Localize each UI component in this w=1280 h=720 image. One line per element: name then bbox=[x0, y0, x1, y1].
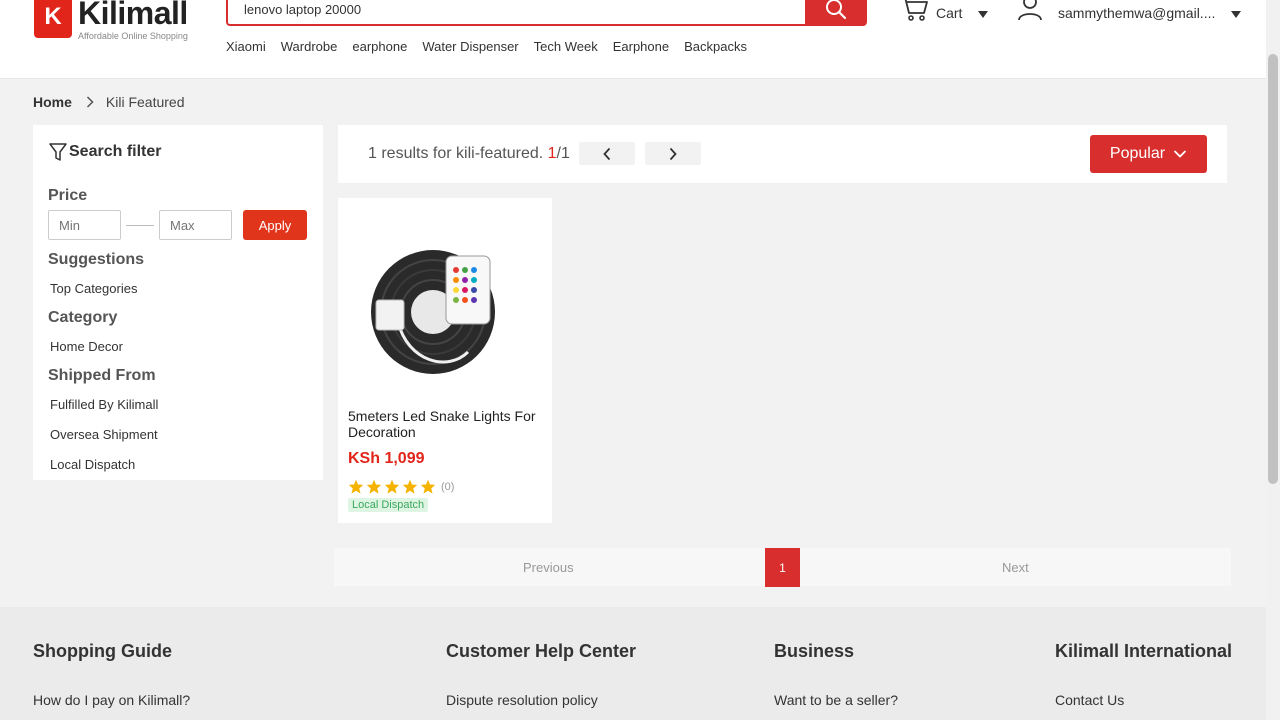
product-price: KSh 1,099 bbox=[348, 450, 425, 467]
footer-column: Kilimall International Contact Us bbox=[1055, 641, 1232, 708]
footer-link[interactable]: Dispute resolution policy bbox=[446, 692, 636, 708]
footer-link[interactable]: Contact Us bbox=[1055, 692, 1232, 708]
chevron-right-icon bbox=[669, 147, 677, 160]
previous-page-link[interactable]: Previous bbox=[523, 560, 574, 575]
shipped-from-item[interactable]: Oversea Shipment bbox=[50, 427, 158, 442]
chevron-right-icon bbox=[86, 96, 94, 108]
price-divider bbox=[126, 224, 154, 226]
hot-link[interactable]: Tech Week bbox=[534, 39, 598, 54]
sort-label: Popular bbox=[1109, 145, 1166, 162]
footer-column: Business Want to be a seller? bbox=[774, 641, 898, 708]
star-icon bbox=[402, 479, 418, 494]
kilimall-logo[interactable]: K Kilimall Affordable Online Shopping bbox=[34, 0, 188, 41]
chevron-down-icon bbox=[1231, 11, 1242, 18]
product-image[interactable] bbox=[368, 232, 518, 382]
review-count: (0) bbox=[441, 480, 455, 493]
hot-link[interactable]: Earphone bbox=[613, 39, 669, 54]
prev-page-button[interactable] bbox=[579, 142, 635, 165]
apply-button[interactable]: Apply bbox=[243, 210, 307, 240]
chevron-down-icon bbox=[978, 11, 989, 18]
page-scrollbar[interactable] bbox=[1266, 0, 1280, 720]
sort-dropdown[interactable]: Popular bbox=[1090, 135, 1207, 173]
local-dispatch-badge: Local Dispatch bbox=[348, 498, 429, 512]
search-box bbox=[226, 0, 806, 26]
hot-link[interactable]: Wardrobe bbox=[281, 39, 338, 54]
shipped-from-item[interactable]: Local Dispatch bbox=[50, 457, 135, 472]
results-summary: 1 results for kili-featured. 1/1 bbox=[368, 145, 570, 162]
user-icon bbox=[1018, 0, 1042, 21]
product-name[interactable]: 5meters Led Snake Lights For Decoration bbox=[348, 408, 546, 440]
star-icon bbox=[348, 479, 364, 494]
cart-icon bbox=[904, 0, 928, 21]
star-icon bbox=[420, 479, 436, 494]
chevron-down-icon bbox=[1173, 150, 1187, 158]
category-item[interactable]: Home Decor bbox=[50, 339, 123, 354]
category-title: Category bbox=[48, 309, 118, 326]
hot-link[interactable]: Backpacks bbox=[684, 39, 747, 54]
page-number-button[interactable]: 1 bbox=[765, 548, 800, 587]
filter-icon bbox=[49, 143, 67, 161]
search-filter-panel: Search filter Price Apply Suggestions To… bbox=[33, 125, 323, 480]
total-pages: 1 bbox=[561, 145, 570, 162]
search-icon bbox=[826, 0, 847, 20]
account-menu[interactable]: sammythemwa@gmail.... bbox=[1016, 0, 1242, 22]
breadcrumb-current: Kili Featured bbox=[105, 94, 185, 110]
cart-menu[interactable]: Cart bbox=[898, 0, 989, 22]
chevron-left-icon bbox=[603, 147, 611, 160]
hot-link[interactable]: earphone bbox=[352, 39, 407, 54]
next-page-link[interactable]: Next bbox=[1002, 560, 1029, 575]
suggestion-item[interactable]: Top Categories bbox=[50, 281, 137, 296]
hot-link[interactable]: Xiaomi bbox=[226, 39, 266, 54]
search-input[interactable] bbox=[228, 0, 806, 24]
product-rating: (0) bbox=[348, 479, 454, 494]
footer-link[interactable]: How do I pay on Kilimall? bbox=[33, 692, 190, 708]
star-icon bbox=[384, 479, 400, 494]
price-title: Price bbox=[48, 187, 88, 204]
current-page-number: 1 bbox=[547, 145, 557, 162]
cart-label: Cart bbox=[936, 5, 963, 21]
results-bar: 1 results for kili-featured. 1/1 Popular bbox=[338, 125, 1227, 183]
footer-column-title: Business bbox=[774, 641, 855, 661]
breadcrumb-home[interactable]: Home bbox=[33, 94, 72, 110]
footer-column: Shopping Guide How do I pay on Kilimall? bbox=[33, 641, 190, 708]
site-header: K Kilimall Affordable Online Shopping Xi… bbox=[0, 0, 1266, 79]
product-card[interactable]: 5meters Led Snake Lights For Decoration … bbox=[338, 198, 552, 523]
hot-search-links: Xiaomi Wardrobe earphone Water Dispenser… bbox=[226, 39, 747, 54]
price-min-input[interactable] bbox=[48, 210, 121, 240]
breadcrumb: Home Kili Featured bbox=[33, 94, 185, 110]
suggestions-title: Suggestions bbox=[48, 251, 145, 268]
footer-column-title: Kilimall International bbox=[1055, 641, 1233, 661]
shipped-from-item[interactable]: Fulfilled By Kilimall bbox=[50, 397, 158, 412]
search-button[interactable] bbox=[805, 0, 867, 26]
footer-link[interactable]: Want to be a seller? bbox=[774, 692, 898, 708]
price-range: Apply bbox=[48, 210, 307, 240]
price-max-input[interactable] bbox=[159, 210, 232, 240]
footer-column: Customer Help Center Dispute resolution … bbox=[446, 641, 636, 708]
account-email: sammythemwa@gmail.... bbox=[1058, 5, 1216, 21]
pagination: Previous 1 Next bbox=[334, 548, 1231, 587]
hot-link[interactable]: Water Dispenser bbox=[422, 39, 518, 54]
logo-mark: K bbox=[34, 0, 72, 38]
footer-column-title: Customer Help Center bbox=[446, 641, 637, 661]
next-page-button[interactable] bbox=[645, 142, 701, 165]
search-filter-title: Search filter bbox=[49, 142, 161, 162]
star-icon bbox=[366, 479, 382, 494]
shipped-from-title: Shipped From bbox=[48, 367, 156, 384]
logo-tagline: Affordable Online Shopping bbox=[78, 31, 188, 41]
footer-column-title: Shopping Guide bbox=[33, 641, 172, 661]
logo-name: Kilimall bbox=[78, 0, 188, 31]
site-footer: Shopping Guide How do I pay on Kilimall?… bbox=[0, 607, 1266, 720]
scrollbar-thumb[interactable] bbox=[1268, 54, 1278, 484]
